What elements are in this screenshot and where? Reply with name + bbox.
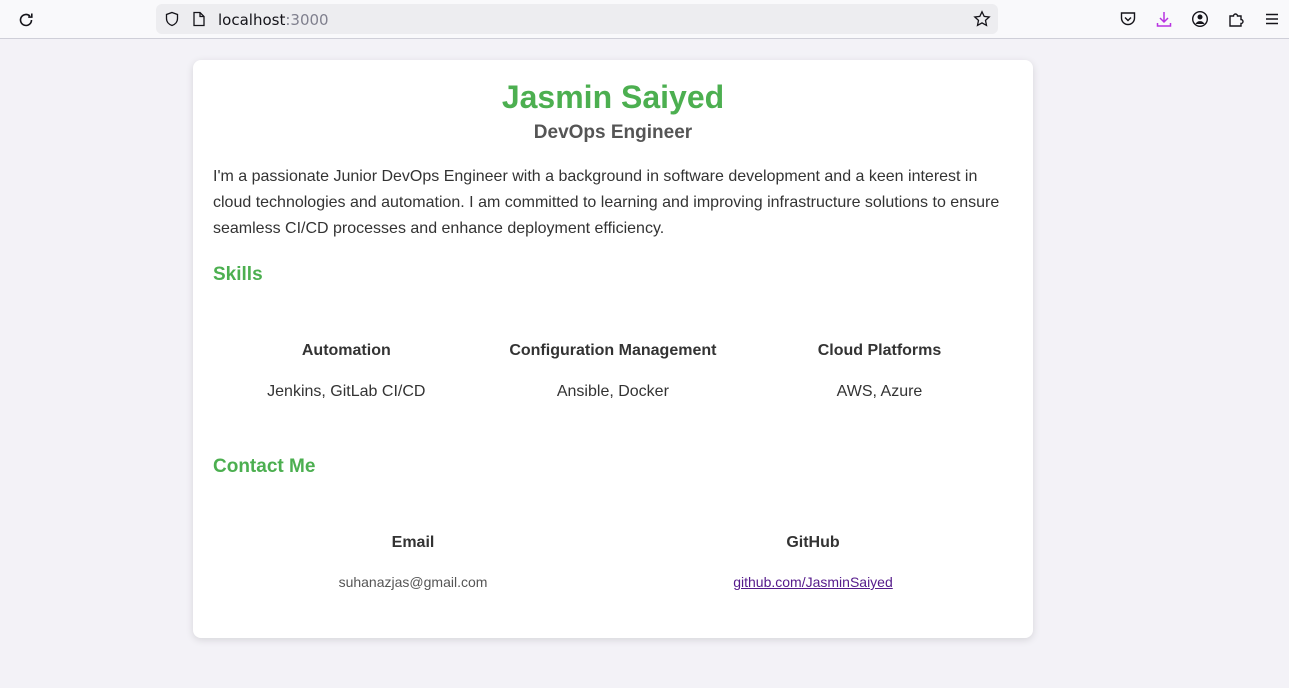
github-link[interactable]: github.com/JasminSaiyed [733,574,893,590]
contact-heading: Contact Me [213,456,316,477]
email-value: suhanazjas@gmail.com [338,574,488,590]
profile-bio: I'm a passionate Junior DevOps Engineer … [213,168,1000,237]
extensions-icon[interactable] [1227,10,1245,28]
download-icon[interactable] [1155,10,1173,28]
github-label: GitHub [786,534,840,551]
contact-email: Email suhanazjas@gmail.com [213,534,613,590]
pocket-icon[interactable] [1119,10,1137,28]
bookmark-star-icon[interactable] [973,10,991,28]
skill-item: Automation Jenkins, GitLab CI/CD [213,342,480,401]
skill-value: Ansible, Docker [556,383,669,400]
skills-grid: Automation Jenkins, GitLab CI/CD Configu… [213,342,1013,401]
address-bar[interactable]: localhost:3000 [156,4,998,34]
contact-grid: Email suhanazjas@gmail.com GitHub github… [213,534,1013,590]
skills-heading: Skills [213,264,263,285]
skill-value: AWS, Azure [836,383,923,400]
skill-label: Configuration Management [509,342,717,359]
browser-toolbar: localhost:3000 [0,0,1289,39]
skill-item: Cloud Platforms AWS, Azure [746,342,1013,401]
page-icon [193,11,205,27]
profile-card: Jasmin Saiyed DevOps Engineer I'm a pass… [193,60,1033,638]
profile-name: Jasmin Saiyed [501,79,725,115]
skill-label: Automation [301,342,391,359]
reload-icon[interactable] [16,10,36,30]
account-icon[interactable] [1191,10,1209,28]
skill-label: Cloud Platforms [817,342,942,359]
skill-item: Configuration Management Ansible, Docker [480,342,747,401]
menu-icon[interactable] [1263,10,1281,28]
contact-github: GitHub github.com/JasminSaiyed [613,534,1013,590]
shield-icon[interactable] [164,11,180,27]
profile-title: DevOps Engineer [533,122,693,143]
email-label: Email [391,534,435,551]
skill-value: Jenkins, GitLab CI/CD [267,383,426,400]
url-text[interactable]: localhost:3000 [218,11,329,29]
